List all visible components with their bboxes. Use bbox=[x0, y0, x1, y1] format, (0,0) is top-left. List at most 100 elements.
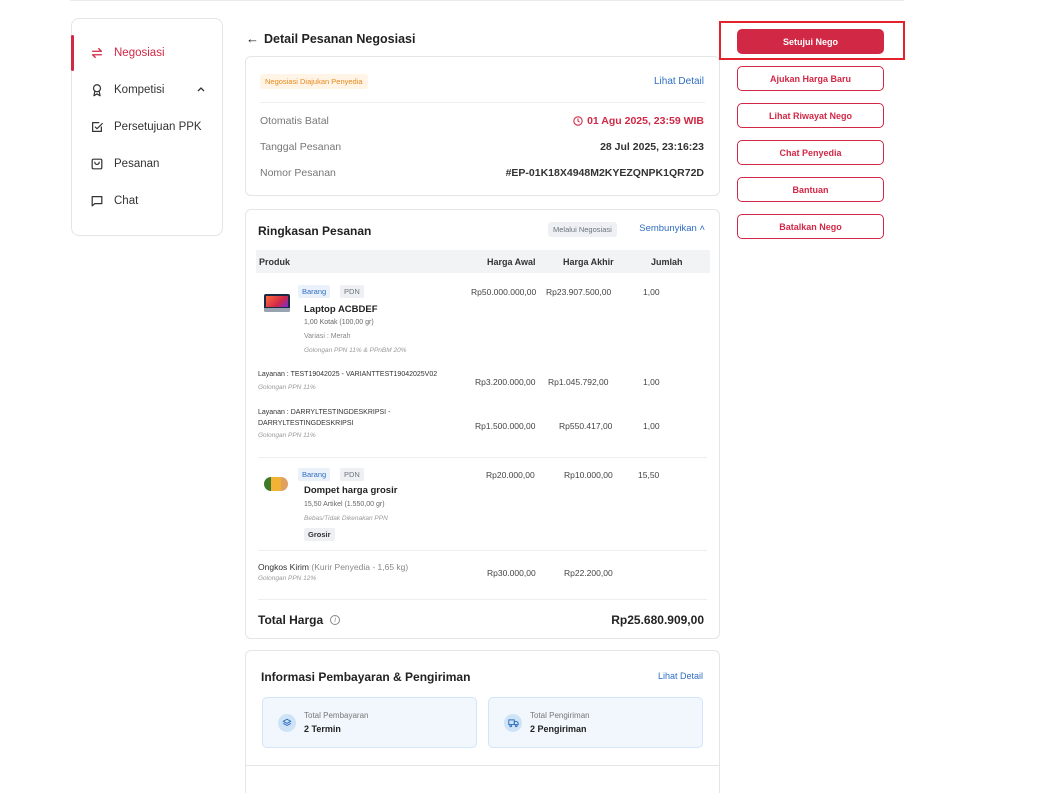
section-title: Ringkasan Pesanan bbox=[258, 224, 372, 238]
chat-penyedia-button[interactable]: Chat Penyedia bbox=[737, 140, 884, 165]
order-number-value: #EP-01K18X4948M2KYEZQNPK1QR72D bbox=[505, 167, 704, 179]
collapse-toggle[interactable]: Sembunyikan ˄ bbox=[639, 223, 705, 234]
product-quantity: 1,00 Kotak (100,00 gr) bbox=[304, 319, 374, 326]
shipping-label: Ongkos Kirim (Kurir Penyedia - 1,65 kg) bbox=[258, 562, 408, 572]
collapse-toggle-label: Sembunyikan bbox=[639, 223, 697, 234]
sidebar-item-persetujuan-ppk[interactable]: Persetujuan PPK bbox=[72, 109, 222, 145]
jumlah: 15,50 bbox=[638, 470, 660, 480]
column-header: Produk bbox=[259, 257, 291, 267]
harga-awal: Rp1.500.000,00 bbox=[475, 421, 536, 431]
chevron-up-icon: ˄ bbox=[699, 223, 705, 234]
lihat-riwayat-nego-button[interactable]: Lihat Riwayat Nego bbox=[737, 103, 884, 128]
auto-cancel-label: Otomatis Batal bbox=[260, 115, 329, 127]
sidebar: Negosiasi Kompetisi Persetujuan PPK Pesa… bbox=[71, 18, 223, 236]
harga-akhir: Rp22.200,00 bbox=[564, 568, 613, 578]
shipping-label-text: Ongkos Kirim bbox=[258, 562, 310, 572]
jumlah: 1,00 bbox=[643, 287, 660, 297]
column-header: Harga Akhir bbox=[563, 257, 614, 267]
total-pembayaran-box: Total Pembayaran 2 Termin bbox=[262, 697, 477, 748]
product-name[interactable]: Laptop ACBDEF bbox=[304, 304, 378, 315]
award-ribbon-icon bbox=[90, 83, 104, 97]
order-status-card: Negosiasi Diajukan Penyedia Lihat Detail… bbox=[245, 56, 720, 196]
truck-icon bbox=[504, 714, 522, 732]
shipping-courier: (Kurir Penyedia - 1,65 kg) bbox=[311, 562, 409, 572]
harga-awal: Rp50.000.000,00 bbox=[471, 287, 537, 297]
page-title: Detail Pesanan Negosiasi bbox=[264, 31, 416, 46]
lihat-detail-link[interactable]: Lihat Detail bbox=[658, 671, 703, 681]
service-name-line2: DARRYLTESTINGDESKRIPSI bbox=[258, 420, 354, 427]
auto-cancel-text: 01 Agu 2025, 23:59 WIB bbox=[587, 115, 704, 127]
tag-barang: Barang bbox=[298, 468, 331, 481]
service-tax: Golongan PPN 11% bbox=[258, 384, 316, 391]
swap-arrows-icon bbox=[90, 46, 104, 60]
divider bbox=[258, 599, 707, 600]
sidebar-item-label: Chat bbox=[114, 195, 139, 207]
back-arrow-icon[interactable]: ← bbox=[246, 31, 259, 46]
harga-akhir: Rp550.417,00 bbox=[559, 421, 613, 431]
shopping-bag-icon bbox=[90, 157, 104, 171]
divider bbox=[258, 550, 707, 551]
order-number-label: Nomor Pesanan bbox=[260, 167, 336, 179]
service-name: Layanan : TEST19042025 - VARIANTTEST1904… bbox=[258, 371, 438, 378]
clock-icon bbox=[573, 116, 583, 126]
harga-awal: Rp30.000,00 bbox=[487, 568, 536, 578]
service-name-line1: Layanan : DARRYLTESTINGDESKRIPSI - bbox=[258, 409, 391, 416]
order-date-label: Tanggal Pesanan bbox=[260, 141, 342, 153]
harga-akhir: Rp1.045.792,00 bbox=[548, 377, 609, 387]
divider bbox=[260, 102, 705, 103]
total-label-text: Total Harga bbox=[258, 613, 324, 627]
service-tax: Golongan PPN 11% bbox=[258, 432, 316, 439]
box-value: 2 Pengiriman bbox=[530, 724, 587, 734]
column-header: Harga Awal bbox=[487, 257, 536, 267]
jumlah: 1,00 bbox=[643, 377, 660, 387]
payment-shipping-card: Informasi Pembayaran & Pengiriman Lihat … bbox=[245, 650, 720, 793]
box-label: Total Pengiriman bbox=[530, 711, 590, 720]
total-pengiriman-box: Total Pengiriman 2 Pengiriman bbox=[488, 697, 703, 748]
checkbox-icon bbox=[90, 120, 104, 134]
sidebar-item-label: Kompetisi bbox=[114, 84, 165, 96]
info-icon[interactable]: i bbox=[330, 615, 341, 625]
total-value: Rp25.680.909,00 bbox=[611, 613, 704, 627]
column-header: Jumlah bbox=[651, 257, 683, 267]
divider bbox=[258, 457, 707, 458]
harga-awal: Rp3.200.000,00 bbox=[475, 377, 536, 387]
total-label: Total Harga i bbox=[258, 613, 341, 627]
section-title: Informasi Pembayaran & Pengiriman bbox=[261, 670, 471, 684]
sidebar-item-label: Pesanan bbox=[114, 158, 160, 170]
tag-barang: Barang bbox=[298, 285, 331, 298]
chevron-up-icon[interactable] bbox=[196, 84, 206, 94]
chat-bubble-icon bbox=[90, 194, 104, 208]
setujui-nego-button[interactable]: Setujui Nego bbox=[737, 29, 884, 54]
ajukan-harga-baru-button[interactable]: Ajukan Harga Baru bbox=[737, 66, 884, 91]
status-badge: Negosiasi Diajukan Penyedia bbox=[260, 74, 368, 89]
bantuan-button[interactable]: Bantuan bbox=[737, 177, 884, 202]
sidebar-item-pesanan[interactable]: Pesanan bbox=[72, 146, 222, 182]
top-divider bbox=[70, 0, 904, 1]
sidebar-item-chat[interactable]: Chat bbox=[72, 183, 222, 219]
tag-pdn: PDN bbox=[340, 285, 364, 298]
sidebar-item-negosiasi[interactable]: Negosiasi bbox=[71, 35, 222, 71]
product-tax: Bebas/Tidak Dikenakan PPN bbox=[304, 515, 388, 522]
divider bbox=[246, 765, 719, 766]
product-tax: Golongan PPN 11% & PPnBM 20% bbox=[304, 347, 407, 354]
method-badge: Melalui Negosiasi bbox=[548, 222, 617, 237]
sidebar-item-label: Negosiasi bbox=[114, 47, 165, 59]
lihat-detail-link[interactable]: Lihat Detail bbox=[654, 76, 704, 87]
batalkan-nego-button[interactable]: Batalkan Nego bbox=[737, 214, 884, 239]
box-value: 2 Termin bbox=[304, 724, 341, 734]
box-label: Total Pembayaran bbox=[304, 711, 369, 720]
sidebar-item-kompetisi[interactable]: Kompetisi bbox=[72, 72, 222, 108]
order-date-value: 28 Jul 2025, 23:16:23 bbox=[600, 141, 704, 153]
product-name[interactable]: Dompet harga grosir bbox=[304, 485, 397, 496]
shipping-tax: Golongan PPN 12% bbox=[258, 575, 317, 582]
laptop-image bbox=[264, 294, 290, 312]
harga-awal: Rp20.000,00 bbox=[486, 470, 535, 480]
jumlah: 1,00 bbox=[643, 421, 660, 431]
product-quantity: 15,50 Artikel (1.550,00 gr) bbox=[304, 501, 385, 508]
layers-icon bbox=[278, 714, 296, 732]
tag-pdn: PDN bbox=[340, 468, 364, 481]
sidebar-item-label: Persetujuan PPK bbox=[114, 121, 202, 133]
tag-grosir: Grosir bbox=[304, 528, 335, 541]
auto-cancel-value: 01 Agu 2025, 23:59 WIB bbox=[573, 115, 704, 127]
wallet-image bbox=[264, 477, 288, 491]
